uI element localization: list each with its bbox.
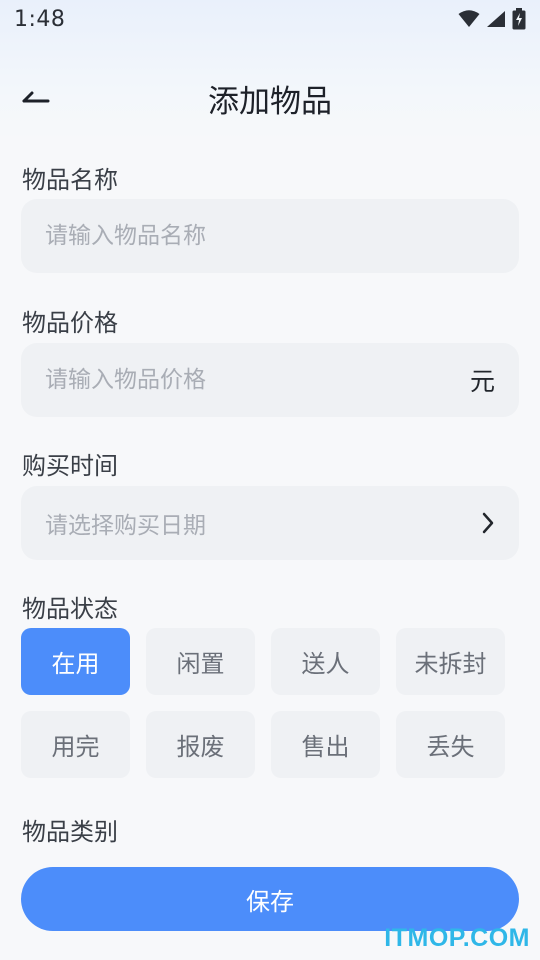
status-option-unopened[interactable]: 未拆封: [396, 628, 505, 695]
top-bar: 添加物品: [0, 66, 540, 126]
item-category-label: 物品类别: [22, 818, 118, 846]
save-button[interactable]: 保存: [21, 867, 519, 931]
battery-charging-icon: [512, 8, 526, 30]
add-item-screen: 1:48 添加物品 物品名称 请输入物品名称 物品价格 请输入物品价格 元 购买…: [0, 0, 540, 960]
purchase-date-placeholder: 请选择购买日期: [45, 513, 206, 539]
page-title: 添加物品: [208, 84, 332, 120]
chevron-right-icon: [481, 511, 495, 535]
status-option-in-use[interactable]: 在用: [21, 628, 130, 695]
purchase-date-picker[interactable]: 请选择购买日期: [21, 486, 519, 560]
item-price-field[interactable]: 元: [21, 343, 519, 417]
status-bar: 1:48: [0, 0, 540, 38]
item-price-label: 物品价格: [22, 309, 118, 337]
item-name-label: 物品名称: [22, 166, 118, 194]
item-status-label: 物品状态: [22, 595, 118, 623]
status-option-idle[interactable]: 闲置: [146, 628, 255, 695]
status-option-scrapped[interactable]: 报废: [146, 711, 255, 778]
item-name-field[interactable]: [21, 199, 519, 273]
status-option-sold[interactable]: 售出: [271, 711, 380, 778]
item-price-input[interactable]: [45, 367, 470, 393]
watermark: ITMOP.COM: [384, 924, 530, 952]
item-name-input[interactable]: [45, 223, 495, 249]
status-option-used-up[interactable]: 用完: [21, 711, 130, 778]
wifi-icon: [458, 10, 480, 28]
status-option-gifted[interactable]: 送人: [271, 628, 380, 695]
price-unit-label: 元: [469, 367, 495, 396]
signal-icon: [486, 10, 506, 28]
purchase-date-label: 购买时间: [22, 452, 118, 480]
status-options: 在用 闲置 送人 未拆封 用完 报废 售出 丢失: [21, 628, 521, 778]
status-icons: [458, 8, 526, 30]
status-option-lost[interactable]: 丢失: [396, 711, 505, 778]
status-time: 1:48: [14, 6, 66, 32]
